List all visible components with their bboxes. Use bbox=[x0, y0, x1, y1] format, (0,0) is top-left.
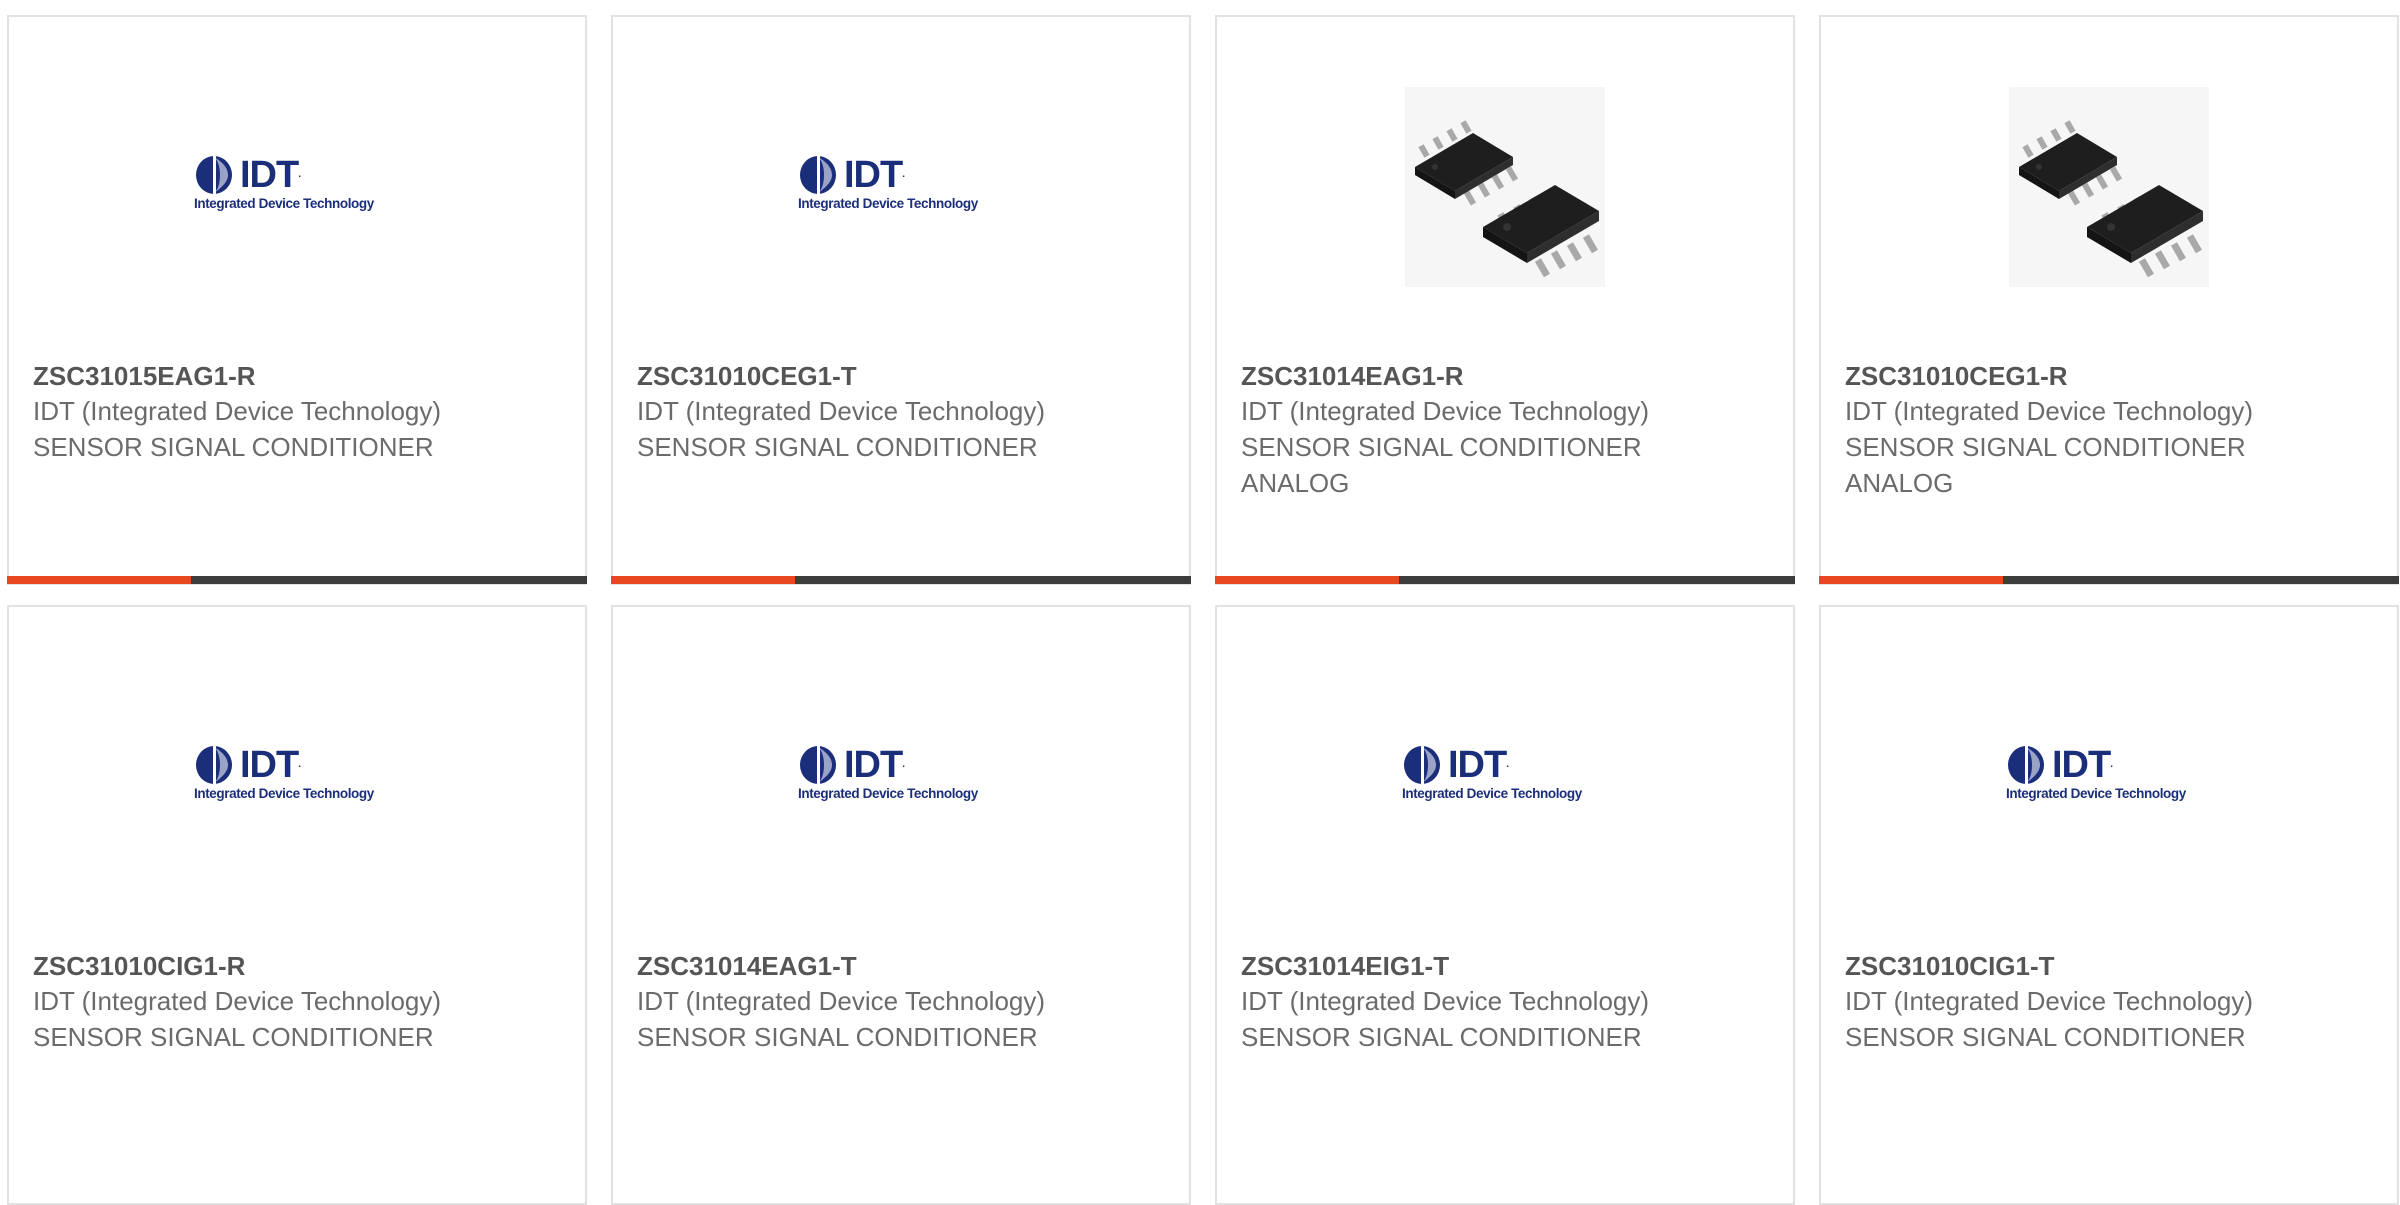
manufacturer: IDT (Integrated Device Technology) bbox=[637, 396, 1046, 426]
idt-logo-wordmark: IDT. bbox=[844, 153, 905, 196]
manufacturer: IDT (Integrated Device Technology) bbox=[637, 986, 1046, 1016]
product-card[interactable]: ZSC31010CEG1-R IDT (Integrated Device Te… bbox=[1819, 15, 2399, 585]
idt-logo-wordmark: IDT. bbox=[240, 153, 301, 196]
card-accent bbox=[611, 576, 795, 584]
part-number[interactable]: ZSC31014EAG1-R bbox=[1241, 359, 1661, 393]
idt-logo-wordmark: IDT. bbox=[240, 743, 301, 786]
idt-logo-tagline: Integrated Device Technology bbox=[2006, 785, 2186, 801]
idt-logo: IDT. Integrated Device Technology bbox=[194, 743, 400, 805]
product-card[interactable]: IDT. Integrated Device Technology ZSC310… bbox=[1215, 605, 1795, 1205]
part-number[interactable]: ZSC31014EAG1-T bbox=[637, 949, 1057, 983]
soic-chip-icon bbox=[2009, 87, 2209, 287]
idt-logo-mark-icon bbox=[1404, 744, 1440, 785]
product-image[interactable]: IDT. Integrated Device Technology bbox=[1821, 607, 2397, 937]
product-info: ZSC31014EAG1-T IDT (Integrated Device Te… bbox=[637, 949, 1057, 1055]
idt-logo: IDT. Integrated Device Technology bbox=[1402, 743, 1608, 805]
idt-logo: IDT. Integrated Device Technology bbox=[194, 153, 400, 215]
product-description: SENSOR SIGNAL CONDITIONER bbox=[1845, 1022, 2246, 1052]
idt-logo-wordmark: IDT. bbox=[2052, 743, 2113, 786]
idt-logo-tagline: Integrated Device Technology bbox=[798, 195, 978, 211]
idt-logo-mark-icon bbox=[196, 154, 232, 195]
product-card[interactable]: IDT. Integrated Device Technology ZSC310… bbox=[7, 605, 587, 1205]
part-number[interactable]: ZSC31010CEG1-R bbox=[1845, 359, 2265, 393]
manufacturer: IDT (Integrated Device Technology) bbox=[1845, 986, 2254, 1016]
part-number[interactable]: ZSC31010CIG1-T bbox=[1845, 949, 2265, 983]
part-number[interactable]: ZSC31010CEG1-T bbox=[637, 359, 1057, 393]
product-card[interactable]: ZSC31014EAG1-R IDT (Integrated Device Te… bbox=[1215, 15, 1795, 585]
card-bottom-bar bbox=[611, 576, 1191, 584]
product-description: SENSOR SIGNAL CONDITIONER bbox=[33, 1022, 434, 1052]
product-info: ZSC31014EIG1-T IDT (Integrated Device Te… bbox=[1241, 949, 1661, 1055]
idt-logo-wordmark: IDT. bbox=[844, 743, 905, 786]
product-card[interactable]: IDT. Integrated Device Technology ZSC310… bbox=[7, 15, 587, 585]
idt-logo-tagline: Integrated Device Technology bbox=[194, 785, 374, 801]
manufacturer: IDT (Integrated Device Technology) bbox=[33, 396, 442, 426]
card-bottom-bar bbox=[7, 576, 587, 584]
part-number[interactable]: ZSC31010CIG1-R bbox=[33, 949, 453, 983]
product-info: ZSC31015EAG1-R IDT (Integrated Device Te… bbox=[33, 359, 453, 465]
product-info: ZSC31010CIG1-T IDT (Integrated Device Te… bbox=[1845, 949, 2265, 1055]
card-accent bbox=[7, 576, 191, 584]
product-description: SENSOR SIGNAL CONDITIONER bbox=[1241, 1022, 1642, 1052]
soic-chip-icon bbox=[1405, 87, 1605, 287]
idt-logo-wordmark: IDT. bbox=[1448, 743, 1509, 786]
part-number[interactable]: ZSC31015EAG1-R bbox=[33, 359, 453, 393]
product-image[interactable]: IDT. Integrated Device Technology bbox=[613, 607, 1189, 937]
card-bottom-bar bbox=[1215, 576, 1795, 584]
product-description: SENSOR SIGNAL CONDITIONER bbox=[637, 1022, 1038, 1052]
product-description: SENSOR SIGNAL CONDITIONER bbox=[637, 432, 1038, 462]
idt-logo-tagline: Integrated Device Technology bbox=[194, 195, 374, 211]
idt-logo: IDT. Integrated Device Technology bbox=[798, 153, 1004, 215]
card-accent bbox=[1215, 576, 1399, 584]
idt-logo: IDT. Integrated Device Technology bbox=[798, 743, 1004, 805]
product-card[interactable]: IDT. Integrated Device Technology ZSC310… bbox=[611, 15, 1191, 585]
product-description: SENSOR SIGNAL CONDITIONER ANALOG bbox=[1845, 432, 2246, 498]
product-card[interactable]: IDT. Integrated Device Technology ZSC310… bbox=[611, 605, 1191, 1205]
product-card[interactable]: IDT. Integrated Device Technology ZSC310… bbox=[1819, 605, 2399, 1205]
card-accent bbox=[1819, 576, 2003, 584]
product-image[interactable] bbox=[1821, 17, 2397, 347]
product-image[interactable]: IDT. Integrated Device Technology bbox=[9, 17, 585, 347]
idt-logo-mark-icon bbox=[196, 744, 232, 785]
idt-logo-tagline: Integrated Device Technology bbox=[1402, 785, 1582, 801]
product-grid: IDT. Integrated Device Technology ZSC310… bbox=[7, 15, 2400, 1205]
product-info: ZSC31010CEG1-R IDT (Integrated Device Te… bbox=[1845, 359, 2265, 501]
idt-logo-mark-icon bbox=[2008, 744, 2044, 785]
product-image[interactable]: IDT. Integrated Device Technology bbox=[9, 607, 585, 937]
product-info: ZSC31014EAG1-R IDT (Integrated Device Te… bbox=[1241, 359, 1661, 501]
part-number[interactable]: ZSC31014EIG1-T bbox=[1241, 949, 1661, 983]
product-info: ZSC31010CEG1-T IDT (Integrated Device Te… bbox=[637, 359, 1057, 465]
idt-logo-tagline: Integrated Device Technology bbox=[798, 785, 978, 801]
product-description: SENSOR SIGNAL CONDITIONER bbox=[33, 432, 434, 462]
idt-logo: IDT. Integrated Device Technology bbox=[2006, 743, 2212, 805]
idt-logo-mark-icon bbox=[800, 744, 836, 785]
manufacturer: IDT (Integrated Device Technology) bbox=[1241, 396, 1650, 426]
product-image[interactable] bbox=[1217, 17, 1793, 347]
product-info: ZSC31010CIG1-R IDT (Integrated Device Te… bbox=[33, 949, 453, 1055]
card-bottom-bar bbox=[1819, 576, 2399, 584]
product-description: SENSOR SIGNAL CONDITIONER ANALOG bbox=[1241, 432, 1642, 498]
product-image[interactable]: IDT. Integrated Device Technology bbox=[1217, 607, 1793, 937]
manufacturer: IDT (Integrated Device Technology) bbox=[1845, 396, 2254, 426]
idt-logo-mark-icon bbox=[800, 154, 836, 195]
manufacturer: IDT (Integrated Device Technology) bbox=[33, 986, 442, 1016]
product-image[interactable]: IDT. Integrated Device Technology bbox=[613, 17, 1189, 347]
manufacturer: IDT (Integrated Device Technology) bbox=[1241, 986, 1650, 1016]
